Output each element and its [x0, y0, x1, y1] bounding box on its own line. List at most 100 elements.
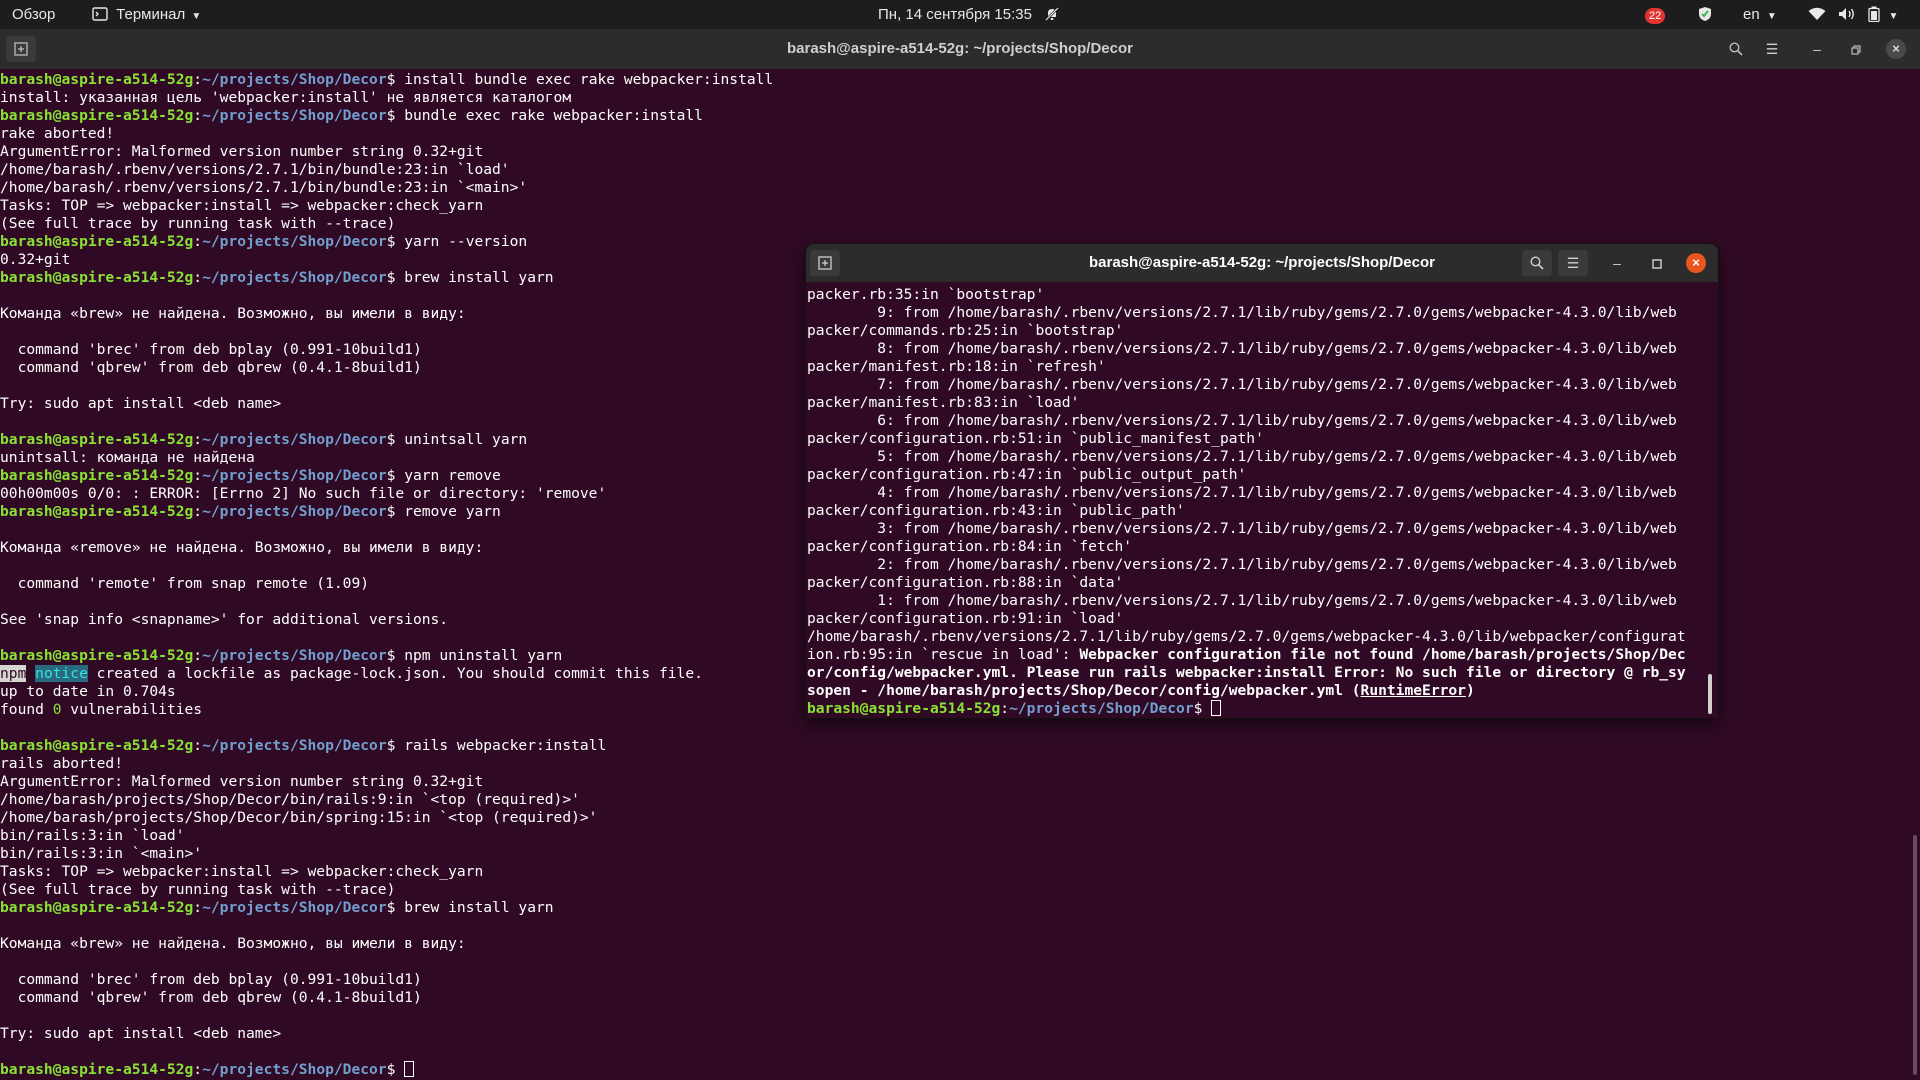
prompt-separator: : — [193, 737, 203, 754]
terminal-line: 9: from /home/barash/.rbenv/versions/2.7… — [807, 304, 1713, 322]
command-text: brew install yarn — [395, 269, 554, 286]
output-text: install: указанная цель 'webpacker:insta… — [0, 89, 572, 106]
search-button[interactable] — [1522, 250, 1552, 276]
language-label: en — [1743, 6, 1760, 23]
clock[interactable]: Пн, 14 сентября 15:35 — [878, 0, 1060, 29]
terminal-line: packer/configuration.rb:47:in `public_ou… — [807, 466, 1713, 484]
output-text: Команда «brew» не найдена. Возможно, вы … — [0, 305, 466, 322]
prompt-path: ~/projects/Shop/Decor — [202, 1061, 387, 1078]
close-icon: × — [1692, 255, 1700, 270]
hamburger-icon: ☰ — [1566, 255, 1580, 271]
terminal-line: packer/manifest.rb:83:in `load' — [807, 394, 1713, 412]
terminal-line: command 'qbrew' from deb qbrew (0.4.1-8b… — [0, 989, 1920, 1007]
output-text: packer/configuration.rb:43:in `public_pa… — [807, 502, 1185, 519]
output-text: bin/rails:3:in `<main>' — [0, 845, 203, 862]
prompt-separator: : — [193, 647, 203, 664]
terminal-line: Команда «brew» не найдена. Возможно, вы … — [0, 935, 1920, 953]
terminal-line: packer/manifest.rb:18:in `refresh' — [807, 358, 1713, 376]
output-text: bin/rails:3:in `load' — [0, 827, 185, 844]
prompt-separator: : — [193, 467, 203, 484]
output-text: 8: from /home/barash/.rbenv/versions/2.7… — [807, 340, 1677, 357]
output-text: /home/barash/projects/Shop/Decor/bin/rai… — [0, 791, 580, 808]
prompt-path: ~/projects/Shop/Decor — [202, 233, 387, 250]
main-window-title: barash@aspire-a514-52g: ~/projects/Shop/… — [786, 40, 1133, 57]
main-terminal-scrollbar[interactable] — [1913, 835, 1917, 1075]
terminal-line: /home/barash/.rbenv/versions/2.7.1/lib/r… — [807, 628, 1713, 646]
terminal-line: /home/barash/.rbenv/versions/2.7.1/bin/b… — [0, 161, 1920, 179]
chevron-down-icon: ▼ — [1766, 11, 1777, 22]
prompt-path: ~/projects/Shop/Decor — [202, 899, 387, 916]
prompt-user: barash@aspire-a514-52g — [0, 71, 194, 88]
search-icon — [1729, 42, 1743, 56]
output-text: packer/commands.rb:25:in `bootstrap' — [807, 322, 1124, 339]
language-selector[interactable]: en ▼ — [1743, 0, 1777, 29]
prompt-separator: : — [193, 1061, 203, 1078]
terminal-line: barash@aspire-a514-52g:~/projects/Shop/D… — [807, 700, 1713, 718]
wifi-icon — [1808, 7, 1826, 20]
menu-button[interactable]: ☰ — [1757, 36, 1787, 62]
output-text: /home/barash/projects/Shop/Decor/bin/spr… — [0, 809, 598, 826]
minimize-button[interactable]: – — [1602, 250, 1632, 276]
output-text: packer.rb:35:in `bootstrap' — [807, 286, 1045, 303]
terminal-line: rails aborted! — [0, 755, 1920, 773]
prompt-path: ~/projects/Shop/Decor — [202, 71, 387, 88]
minimize-button[interactable]: – — [1802, 36, 1832, 62]
command-text: rails webpacker:install — [395, 737, 607, 754]
terminal-line: barash@aspire-a514-52g:~/projects/Shop/D… — [0, 899, 1920, 917]
command-text — [1202, 700, 1211, 717]
output-text: packer/configuration.rb:91:in `load' — [807, 610, 1124, 627]
terminal-line: 2: from /home/barash/.rbenv/versions/2.7… — [807, 556, 1713, 574]
output-text: (See full trace by running task with --t… — [0, 215, 396, 232]
output-text: Tasks: TOP => webpacker:install => webpa… — [0, 197, 484, 214]
notification-badge: 22 — [1645, 8, 1666, 24]
output-text: ArgumentError: Malformed version number … — [0, 773, 484, 790]
output-text: vulnerabilities — [61, 701, 203, 718]
app-menu-label: Терминал — [116, 6, 186, 23]
close-button[interactable]: × — [1686, 253, 1706, 273]
terminal-line: /home/barash/.rbenv/versions/2.7.1/bin/b… — [0, 179, 1920, 197]
error-message: or/config/webpacker.yml. Please run rail… — [807, 664, 1686, 681]
output-text: Команда «remove» не найдена. Возможно, в… — [0, 539, 484, 556]
maximize-button[interactable] — [1642, 250, 1672, 276]
shield-indicator[interactable] — [1698, 0, 1712, 29]
prompt-separator: : — [193, 71, 203, 88]
maximize-button[interactable] — [1841, 36, 1871, 62]
command-text: npm uninstall yarn — [395, 647, 563, 664]
terminal-line: rake aborted! — [0, 125, 1920, 143]
output-text: /home/barash/.rbenv/versions/2.7.1/lib/r… — [807, 628, 1686, 645]
output-text: ion.rb:95:in `rescue in load': — [807, 646, 1080, 663]
search-button[interactable] — [1721, 36, 1751, 62]
prompt-separator: : — [193, 233, 203, 250]
terminal-line: /home/barash/projects/Shop/Decor/bin/rai… — [0, 791, 1920, 809]
close-button[interactable]: × — [1886, 39, 1906, 59]
system-menu[interactable]: ▼ — [1808, 0, 1898, 29]
command-text: remove yarn — [395, 503, 501, 520]
npm-notice: notice — [35, 665, 88, 682]
terminal-line: barash@aspire-a514-52g:~/projects/Shop/D… — [0, 1061, 1920, 1079]
prompt-separator: : — [193, 431, 203, 448]
prompt-user: barash@aspire-a514-52g — [807, 700, 1001, 717]
prompt-path: ~/projects/Shop/Decor — [202, 107, 387, 124]
output-text: 1: from /home/barash/.rbenv/versions/2.7… — [807, 592, 1677, 609]
vulnerability-count: 0 — [52, 701, 62, 718]
terminal-line: 4: from /home/barash/.rbenv/versions/2.7… — [807, 484, 1713, 502]
command-text: yarn --version — [395, 233, 528, 250]
restore-icon — [1851, 45, 1861, 55]
output-text: 2: from /home/barash/.rbenv/versions/2.7… — [807, 556, 1677, 573]
terminal-line: (See full trace by running task with --t… — [0, 881, 1920, 899]
menu-button[interactable]: ☰ — [1558, 250, 1588, 276]
shield-icon — [1699, 7, 1711, 21]
terminal-line: ArgumentError: Malformed version number … — [0, 143, 1920, 161]
terminal-line: command 'brec' from deb bplay (0.991-10b… — [0, 971, 1920, 989]
floating-terminal-headerbar: barash@aspire-a514-52g: ~/projects/Shop/… — [806, 244, 1718, 282]
terminal-line: barash@aspire-a514-52g:~/projects/Shop/D… — [0, 107, 1920, 125]
activities-button[interactable]: Обзор — [12, 0, 55, 29]
app-menu[interactable]: Терминал ▼ — [92, 0, 201, 29]
notification-indicator[interactable]: 22 — [1645, 0, 1666, 29]
floating-terminal-output[interactable]: packer.rb:35:in `bootstrap' 9: from /hom… — [807, 286, 1713, 718]
output-text: command 'qbrew' from deb qbrew (0.4.1-8b… — [0, 989, 422, 1006]
floating-terminal-scrollbar[interactable] — [1708, 674, 1712, 714]
output-text: 00h00m00s 0/0: : ERROR: [Errno 2] No suc… — [0, 485, 607, 502]
